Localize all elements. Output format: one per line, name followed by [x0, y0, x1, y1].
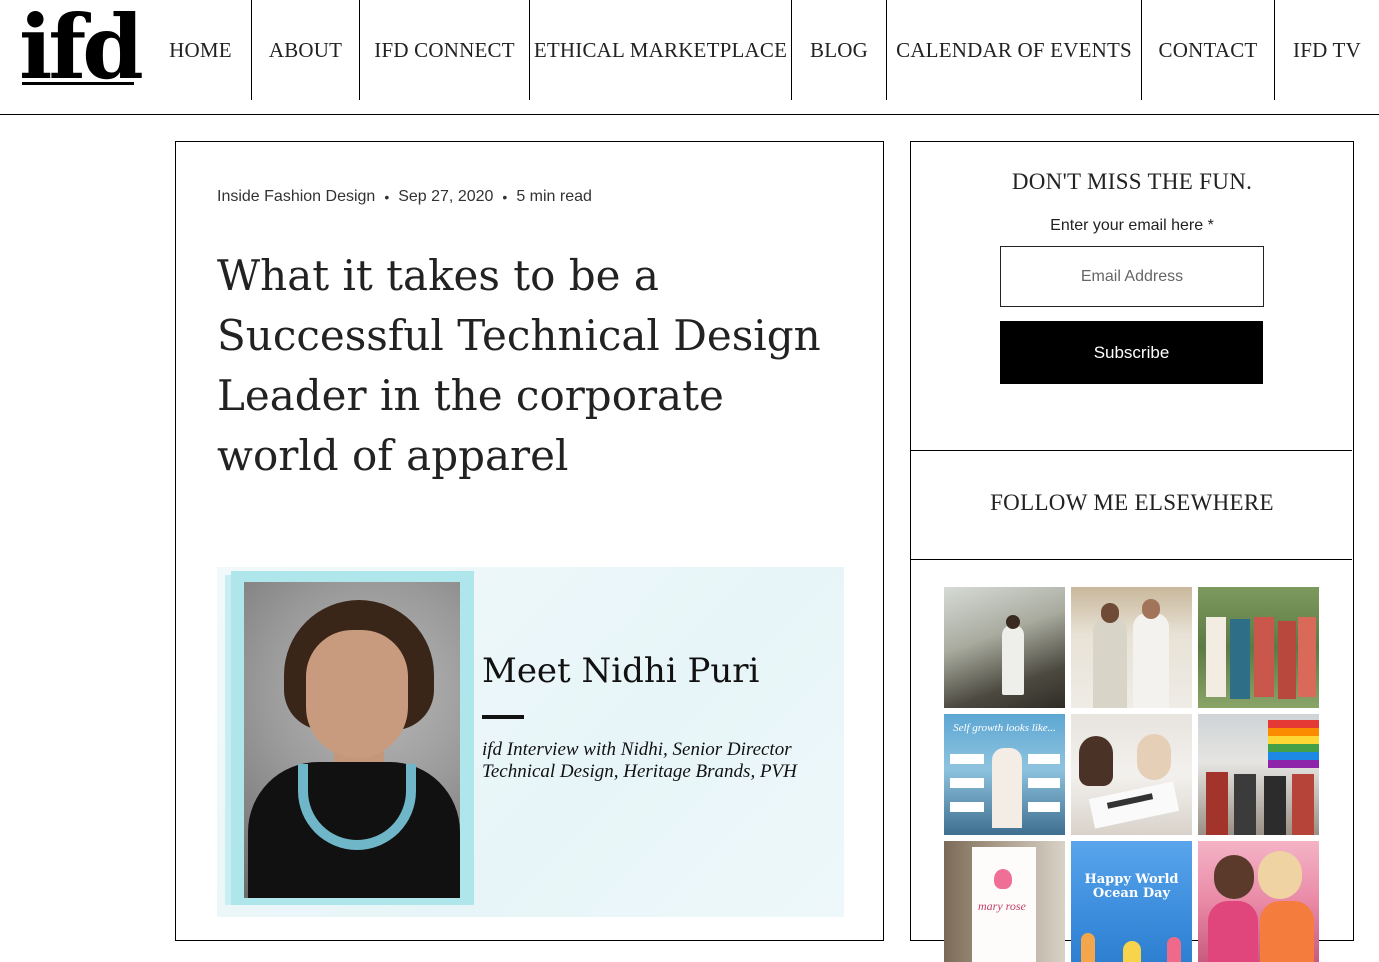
sidebar: DON'T MISS THE FUN. Enter your email her… — [910, 141, 1354, 962]
sidebar-divider — [911, 559, 1352, 560]
nav-ifd-connect[interactable]: IFD CONNECT — [360, 0, 530, 100]
meta-separator: • — [502, 189, 508, 205]
newsletter-heading: DON'T MISS THE FUN. — [1011, 169, 1253, 194]
hero-rule — [482, 715, 524, 719]
subscribe-button[interactable]: Subscribe — [1000, 321, 1263, 384]
blog-post: Inside Fashion Design • Sep 27, 2020 • 5… — [175, 141, 884, 941]
tile-caption: Self growth looks like... — [953, 722, 1056, 734]
instagram-tile-models[interactable] — [1071, 587, 1192, 708]
nav-ethical-marketplace[interactable]: ETHICAL MARKETPLACE — [530, 0, 792, 100]
sidebar-divider — [911, 450, 1352, 451]
post-title: What it takes to be a Successful Technic… — [217, 251, 821, 480]
hero-subtitle: ifd Interview with Nidhi, Senior Directo… — [482, 739, 797, 782]
hero-name: Meet Nidhi Puri — [482, 651, 760, 691]
tile-caption: Happy World Ocean Day — [1084, 872, 1179, 901]
instagram-tile-ocean-day[interactable]: Happy World Ocean Day — [1071, 841, 1192, 962]
instagram-tile-self-growth[interactable]: Self growth looks like... — [944, 714, 1065, 835]
instagram-tile-dresses[interactable] — [1198, 587, 1319, 708]
follow-heading: FOLLOW ME ELSEWHERE — [990, 490, 1274, 515]
nav-home[interactable]: HOME — [150, 0, 252, 100]
nav-contact[interactable]: CONTACT — [1142, 0, 1275, 100]
instagram-tile-studio[interactable] — [944, 587, 1065, 708]
post-author[interactable]: Inside Fashion Design — [217, 188, 375, 206]
site-header: ifd HOME ABOUT IFD CONNECT ETHICAL MARKE… — [0, 0, 1379, 115]
post-date: Sep 27, 2020 — [398, 188, 494, 205]
logo-underline — [22, 82, 134, 85]
instagram-tile-pride-event[interactable] — [1198, 714, 1319, 835]
nav-blog[interactable]: BLOG — [792, 0, 887, 100]
instagram-tile-design-meeting[interactable] — [1071, 714, 1192, 835]
main-nav: HOME ABOUT IFD CONNECT ETHICAL MARKETPLA… — [150, 0, 1379, 100]
hero-image: Meet Nidhi Puri ifd Interview with Nidhi… — [217, 567, 844, 917]
post-read-time: 5 min read — [516, 188, 592, 205]
instagram-tile-friends[interactable] — [1198, 841, 1319, 962]
nav-ifd-tv[interactable]: IFD TV — [1275, 0, 1379, 100]
nav-calendar-of-events[interactable]: CALENDAR OF EVENTS — [887, 0, 1142, 100]
portrait-photo — [244, 582, 460, 898]
site-logo[interactable]: ifd — [19, 2, 144, 92]
email-input[interactable] — [1000, 246, 1264, 307]
meta-separator: • — [384, 189, 390, 205]
instagram-tile-mary-rose[interactable]: mary rose — [944, 841, 1065, 962]
email-label: Enter your email here * — [1050, 217, 1214, 234]
nav-about[interactable]: ABOUT — [252, 0, 360, 100]
tile-caption: mary rose — [978, 899, 1026, 913]
post-meta: Inside Fashion Design • Sep 27, 2020 • 5… — [217, 188, 592, 206]
instagram-feed: Self growth looks like... mary rose Happ… — [944, 587, 1320, 962]
